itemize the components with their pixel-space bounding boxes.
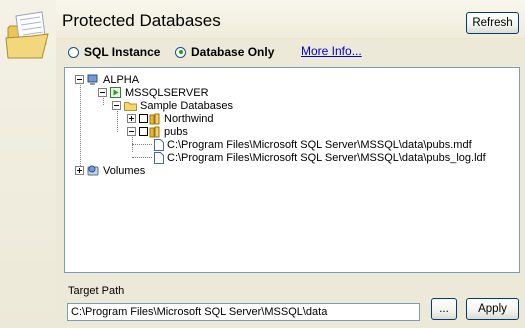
- sql-instance-label: SQL Instance: [84, 45, 161, 59]
- tree-node-northwind[interactable]: Northwind: [127, 112, 214, 125]
- target-path-input[interactable]: [67, 303, 420, 321]
- file-icon: [154, 151, 164, 164]
- radio-indicator[interactable]: [68, 46, 79, 58]
- expand-toggle[interactable]: [75, 166, 84, 175]
- tree-node-label: pubs: [164, 125, 188, 138]
- volumes-icon: [87, 165, 99, 176]
- tree-node-label: C:\Program Files\Microsoft SQL Server\MS…: [167, 138, 472, 151]
- tree-node-alpha[interactable]: ALPHA: [75, 73, 139, 86]
- radio-indicator-selected[interactable]: [175, 46, 186, 58]
- apply-button[interactable]: Apply: [466, 298, 519, 320]
- tree-node-label: Volumes: [103, 164, 146, 177]
- folder-icon: [124, 102, 137, 111]
- expand-toggle[interactable]: [127, 114, 136, 123]
- database-only-label: Database Only: [191, 45, 275, 59]
- collapse-toggle[interactable]: [75, 75, 84, 84]
- sql-instance-radio[interactable]: SQL Instance: [68, 45, 160, 59]
- tree-node-file-ldf[interactable]: C:\Program Files\Microsoft SQL Server\MS…: [154, 151, 486, 164]
- server-running-icon: [110, 86, 121, 98]
- database-tree[interactable]: ALPHA MSSQLSERVER Sample Databases North…: [64, 67, 520, 273]
- page-title: Protected Databases: [62, 11, 221, 30]
- tree-node-sample-databases[interactable]: Sample Databases: [112, 99, 233, 112]
- database-checkbox[interactable]: [139, 127, 148, 136]
- tree-node-mssqlserver[interactable]: MSSQLSERVER: [98, 86, 209, 99]
- database-icon: [149, 126, 160, 137]
- computer-icon: [87, 74, 98, 85]
- database-checkbox[interactable]: [139, 114, 148, 123]
- target-path-label: Target Path: [68, 285, 125, 297]
- collapse-toggle[interactable]: [127, 127, 136, 136]
- refresh-button[interactable]: Refresh: [466, 12, 519, 34]
- tree-node-file-mdf[interactable]: C:\Program Files\Microsoft SQL Server\MS…: [154, 138, 472, 151]
- file-icon: [154, 138, 164, 151]
- collapse-toggle[interactable]: [112, 101, 121, 110]
- tree-node-label: Northwind: [164, 112, 214, 125]
- tree-node-volumes[interactable]: Volumes: [75, 164, 145, 177]
- tree-node-label: ALPHA: [103, 73, 140, 86]
- database-icon: [149, 113, 160, 124]
- tree-node-pubs[interactable]: pubs: [127, 125, 188, 138]
- tree-node-label: C:\Program Files\Microsoft SQL Server\MS…: [167, 151, 486, 164]
- browse-button[interactable]: ...: [431, 298, 457, 320]
- tree-node-label: MSSQLSERVER: [125, 86, 209, 99]
- more-info-link[interactable]: More Info...: [301, 44, 362, 58]
- open-folder-icon: [5, 11, 49, 59]
- tree-node-label: Sample Databases: [140, 99, 233, 112]
- database-only-radio[interactable]: Database Only: [175, 45, 274, 59]
- collapse-toggle[interactable]: [98, 88, 107, 97]
- left-decoration-strip: [0, 0, 56, 328]
